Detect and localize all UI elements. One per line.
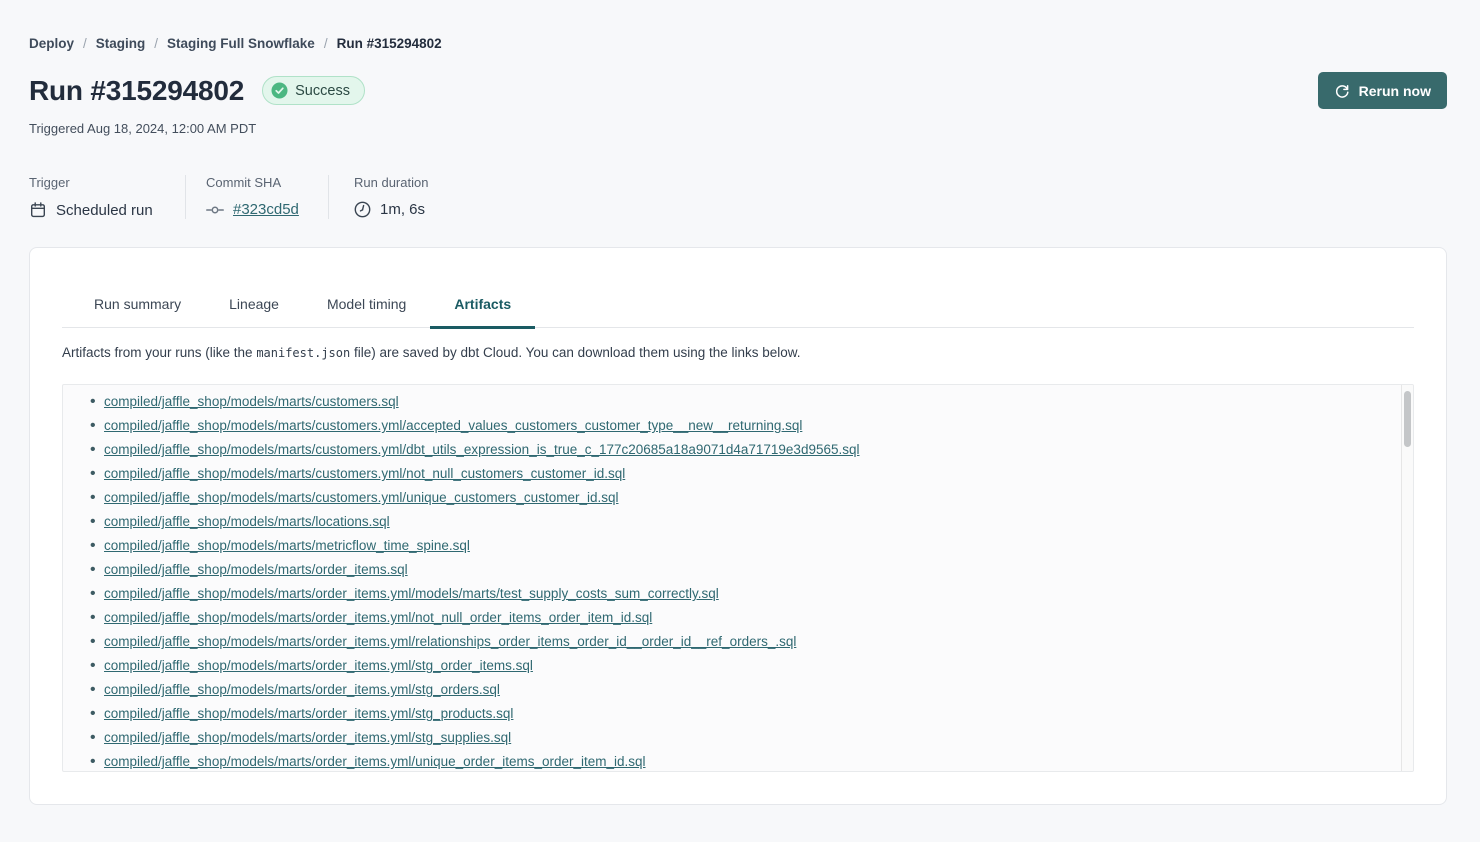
artifact-link[interactable]: compiled/jaffle_shop/models/marts/locati… <box>104 514 390 529</box>
list-item: compiled/jaffle_shop/models/marts/custom… <box>104 390 1393 414</box>
tab-artifacts[interactable]: Artifacts <box>430 296 535 329</box>
artifact-link[interactable]: compiled/jaffle_shop/models/marts/custom… <box>104 466 625 481</box>
artifact-link[interactable]: compiled/jaffle_shop/models/marts/order_… <box>104 706 513 721</box>
artifact-link[interactable]: compiled/jaffle_shop/models/marts/custom… <box>104 394 399 409</box>
meta-commit: Commit SHA #323cd5d <box>206 175 328 219</box>
page-header: Run #315294802 Success Rerun now <box>29 72 1447 109</box>
artifact-link[interactable]: compiled/jaffle_shop/models/marts/order_… <box>104 658 533 673</box>
description-suffix: file) are saved by dbt Cloud. You can do… <box>350 345 800 360</box>
list-item: compiled/jaffle_shop/models/marts/custom… <box>104 414 1393 438</box>
meta-trigger-label: Trigger <box>29 175 185 190</box>
artifact-link[interactable]: compiled/jaffle_shop/models/marts/custom… <box>104 418 802 433</box>
meta-trigger: Trigger Scheduled run <box>29 175 185 219</box>
check-circle-icon <box>271 82 288 99</box>
breadcrumb-separator: / <box>324 36 328 51</box>
list-item: compiled/jaffle_shop/models/marts/custom… <box>104 486 1393 510</box>
list-item: compiled/jaffle_shop/models/marts/metric… <box>104 534 1393 558</box>
tab-model-timing[interactable]: Model timing <box>303 296 430 329</box>
tab-lineage[interactable]: Lineage <box>205 296 303 329</box>
scrollbar-thumb[interactable] <box>1404 391 1411 447</box>
artifact-list: compiled/jaffle_shop/models/marts/custom… <box>62 384 1414 772</box>
list-item: compiled/jaffle_shop/models/marts/order_… <box>104 654 1393 678</box>
clock-icon <box>354 201 371 218</box>
list-item: compiled/jaffle_shop/models/marts/locati… <box>104 510 1393 534</box>
rerun-now-button[interactable]: Rerun now <box>1318 72 1447 109</box>
git-commit-icon <box>206 204 224 216</box>
manifest-json-code: manifest.json <box>256 346 350 360</box>
tab-bar: Run summary Lineage Model timing Artifac… <box>62 296 1414 328</box>
calendar-icon <box>29 201 47 219</box>
artifact-link[interactable]: compiled/jaffle_shop/models/marts/order_… <box>104 754 646 769</box>
artifact-link[interactable]: compiled/jaffle_shop/models/marts/order_… <box>104 730 511 745</box>
artifacts-description: Artifacts from your runs (like the manif… <box>62 345 1414 360</box>
run-detail-page: Deploy / Staging / Staging Full Snowflak… <box>0 0 1480 805</box>
description-prefix: Artifacts from your runs (like the <box>62 345 256 360</box>
meta-commit-label: Commit SHA <box>206 175 328 190</box>
list-item: compiled/jaffle_shop/models/marts/order_… <box>104 582 1393 606</box>
breadcrumb: Deploy / Staging / Staging Full Snowflak… <box>29 36 1447 51</box>
list-item: compiled/jaffle_shop/models/marts/order_… <box>104 606 1393 630</box>
breadcrumb-staging[interactable]: Staging <box>96 36 146 51</box>
breadcrumb-separator: / <box>83 36 87 51</box>
breadcrumb-job[interactable]: Staging Full Snowflake <box>167 36 315 51</box>
breadcrumb-deploy[interactable]: Deploy <box>29 36 74 51</box>
meta-trigger-value: Scheduled run <box>56 202 153 219</box>
list-item: compiled/jaffle_shop/models/marts/order_… <box>104 750 1393 772</box>
scrollbar-track[interactable] <box>1401 385 1413 771</box>
artifact-link[interactable]: compiled/jaffle_shop/models/marts/order_… <box>104 634 796 649</box>
meta-duration: Run duration 1m, 6s <box>354 175 428 219</box>
list-item: compiled/jaffle_shop/models/marts/order_… <box>104 630 1393 654</box>
meta-duration-value: 1m, 6s <box>380 201 425 218</box>
status-badge: Success <box>262 76 365 105</box>
artifact-link[interactable]: compiled/jaffle_shop/models/marts/order_… <box>104 610 652 625</box>
commit-sha-link[interactable]: #323cd5d <box>233 201 299 218</box>
list-item: compiled/jaffle_shop/models/marts/order_… <box>104 726 1393 750</box>
artifact-link[interactable]: compiled/jaffle_shop/models/marts/custom… <box>104 442 860 457</box>
triggered-timestamp: Triggered Aug 18, 2024, 12:00 AM PDT <box>29 121 1447 136</box>
meta-divider <box>328 175 329 219</box>
status-badge-label: Success <box>295 83 350 99</box>
artifact-link[interactable]: compiled/jaffle_shop/models/marts/order_… <box>104 682 500 697</box>
artifact-link[interactable]: compiled/jaffle_shop/models/marts/order_… <box>104 562 408 577</box>
meta-duration-label: Run duration <box>354 175 428 190</box>
artifact-link[interactable]: compiled/jaffle_shop/models/marts/metric… <box>104 538 470 553</box>
artifact-link[interactable]: compiled/jaffle_shop/models/marts/order_… <box>104 586 719 601</box>
artifact-link[interactable]: compiled/jaffle_shop/models/marts/custom… <box>104 490 618 505</box>
run-details-card: Run summary Lineage Model timing Artifac… <box>29 247 1447 805</box>
page-title: Run #315294802 <box>29 75 244 107</box>
breadcrumb-separator: / <box>154 36 158 51</box>
rerun-now-label: Rerun now <box>1359 83 1431 99</box>
artifact-link-list: compiled/jaffle_shop/models/marts/custom… <box>63 385 1413 772</box>
list-item: compiled/jaffle_shop/models/marts/custom… <box>104 462 1393 486</box>
list-item: compiled/jaffle_shop/models/marts/order_… <box>104 702 1393 726</box>
meta-divider <box>185 175 186 219</box>
list-item: compiled/jaffle_shop/models/marts/custom… <box>104 438 1393 462</box>
breadcrumb-current-run: Run #315294802 <box>337 36 442 51</box>
run-meta-row: Trigger Scheduled run Commit SHA <box>29 175 1447 219</box>
tab-run-summary[interactable]: Run summary <box>70 296 205 329</box>
list-item: compiled/jaffle_shop/models/marts/order_… <box>104 558 1393 582</box>
refresh-icon <box>1334 83 1350 99</box>
list-item: compiled/jaffle_shop/models/marts/order_… <box>104 678 1393 702</box>
